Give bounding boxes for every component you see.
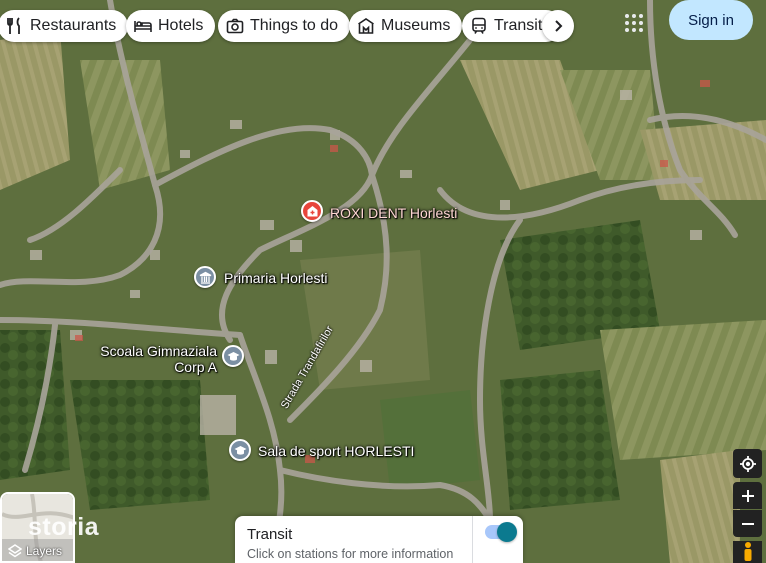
chip-label: Restaurants	[30, 17, 117, 34]
government-pin-icon[interactable]	[194, 266, 216, 288]
pegman-icon	[744, 542, 751, 561]
minus-icon	[741, 522, 754, 525]
school-pin-icon[interactable]	[229, 439, 251, 461]
panel-divider	[472, 516, 473, 563]
layers-label: Layers	[26, 544, 63, 558]
chip-label: Hotels	[158, 17, 204, 34]
transit-panel: Transit Click on stations for more infor…	[235, 516, 523, 563]
restaurant-icon	[7, 17, 20, 34]
layers-icon	[8, 544, 22, 558]
graduation-cap-icon	[227, 351, 239, 361]
storia-watermark: storia	[28, 513, 100, 541]
school-pin-icon[interactable]	[222, 345, 244, 367]
satellite-map[interactable]	[0, 0, 766, 563]
zoom-in-button[interactable]	[733, 482, 762, 509]
medical-pin-icon[interactable]	[301, 200, 323, 222]
hotel-icon	[134, 21, 152, 32]
transit-toggle[interactable]	[497, 522, 517, 542]
zoom-out-button[interactable]	[733, 510, 762, 537]
plus-icon	[741, 489, 754, 502]
sign-in-button[interactable]: Sign in	[669, 0, 753, 40]
chip-hotels[interactable]: Hotels	[126, 10, 216, 42]
chip-label: Transit	[494, 17, 543, 34]
apps-grid-icon[interactable]	[622, 11, 646, 35]
place-label-sports-hall[interactable]: Sala de sport HORLESTI	[258, 443, 414, 459]
chip-label: Museums	[381, 17, 451, 34]
graduation-cap-icon	[234, 445, 246, 455]
street-view-pegman[interactable]	[733, 541, 762, 563]
medical-glyph-icon	[307, 205, 317, 216]
my-location-icon	[739, 455, 756, 472]
building-glyph-icon	[199, 271, 211, 284]
chip-restaurants[interactable]: Restaurants	[0, 10, 129, 42]
transit-panel-title: Transit	[247, 526, 293, 543]
transit-icon	[472, 17, 486, 34]
chip-label: Things to do	[250, 17, 339, 34]
my-location-button[interactable]	[733, 449, 762, 478]
camera-icon	[226, 18, 244, 34]
chevron-right-icon	[555, 20, 563, 32]
museum-icon	[358, 18, 374, 34]
place-label-townhall[interactable]: Primaria Horlesti	[224, 270, 327, 286]
place-label-school-line2[interactable]: Corp A	[100, 359, 217, 375]
transit-panel-subtitle: Click on stations for more information	[247, 547, 454, 561]
chip-museums[interactable]: Museums	[349, 10, 463, 42]
place-label-school-line1[interactable]: Scoala Gimnaziala	[100, 343, 217, 359]
chip-things-to-do[interactable]: Things to do	[218, 10, 351, 42]
layers-label-wrap: Layers	[8, 544, 62, 558]
place-label-dentist[interactable]: ROXI DENT Horlesti	[330, 205, 457, 221]
chips-next-button[interactable]	[542, 10, 574, 42]
